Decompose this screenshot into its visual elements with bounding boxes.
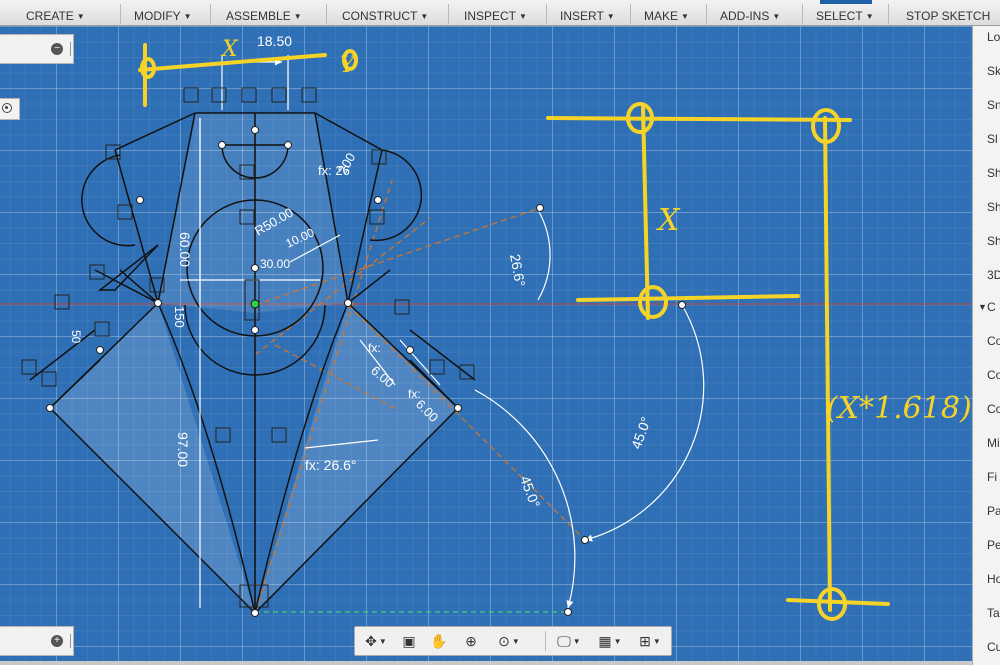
grid-icon[interactable]: ▦ ▼: [593, 631, 627, 651]
zoom-window-icon[interactable]: ⊙ ▼: [491, 631, 527, 651]
chevron-down-icon: ▼: [420, 12, 429, 21]
palette-item[interactable]: 3D: [987, 268, 1000, 282]
add-ins-menu[interactable]: ADD-INS ▼: [720, 0, 780, 26]
dim-height-60: 60.00: [177, 232, 193, 267]
inspect-menu[interactable]: INSPECT ▼: [464, 0, 527, 26]
sketch-palette-panel: Lo Sk Sn Sl Sh Sh Sh 3D ▼ C Co Co Co Mi …: [972, 26, 1000, 665]
annotation-x-top: X: [220, 37, 239, 62]
chevron-down-icon: ▼: [681, 12, 689, 21]
origin-point: [250, 299, 260, 309]
radio-target-icon[interactable]: [2, 103, 12, 113]
chevron-down-icon: ▼: [519, 12, 527, 21]
zoom-icon[interactable]: ⊕: [459, 631, 483, 651]
expand-plus-icon[interactable]: +: [51, 635, 63, 647]
dim-30: 30.00: [260, 257, 290, 271]
comments-panel-bottom[interactable]: +: [0, 626, 74, 656]
dim-150: 150: [172, 306, 187, 328]
expand-triangle-icon[interactable]: ▼: [978, 302, 987, 312]
angle-26-top: 26.6°: [507, 253, 528, 288]
palette-item[interactable]: Co: [987, 334, 1000, 348]
collapse-minus-icon[interactable]: −: [51, 43, 63, 55]
chevron-down-icon: ▼: [606, 12, 615, 21]
palette-item[interactable]: Pa: [987, 504, 1000, 518]
palette-item[interactable]: Sk: [987, 64, 1000, 78]
chevron-down-icon: ▼: [293, 12, 302, 21]
palette-item[interactable]: Co: [987, 368, 1000, 382]
pan-icon[interactable]: ✋: [429, 631, 449, 651]
navigation-toolbar: ✥ ▼ ▣ ✋ ⊕ ⊙ ▼ 🖵 ▼ ▦ ▼ ⊞ ▼: [354, 626, 672, 656]
palette-item[interactable]: Ho: [987, 572, 1000, 586]
palette-item[interactable]: Sh: [987, 234, 1000, 248]
chevron-down-icon: ▼: [865, 12, 874, 21]
angle-45-a: 45.0°: [628, 415, 654, 451]
sketch-drawing[interactable]: 18.50 60.00 R50.00 10.00 30.00 200 150 9…: [0, 26, 972, 665]
palette-item[interactable]: Sn: [987, 98, 1000, 112]
dim-50: 50: [69, 330, 83, 344]
create-menu[interactable]: CREATE ▼: [26, 0, 85, 26]
chevron-down-icon: ▼: [183, 12, 192, 21]
select-menu[interactable]: SELECT ▼: [816, 0, 874, 26]
fx-top: fx: 26: [318, 163, 350, 178]
annotation-y-top: Y: [340, 53, 357, 78]
dim-97: 97.00: [175, 432, 191, 467]
chevron-down-icon: ▼: [76, 12, 85, 21]
modify-menu[interactable]: MODIFY ▼: [134, 0, 192, 26]
look-at-icon[interactable]: ▣: [399, 631, 419, 651]
palette-item[interactable]: Sl: [987, 132, 998, 146]
construct-menu[interactable]: CONSTRUCT ▼: [342, 0, 428, 26]
annotation-golden-ratio: (X*1.618): [826, 391, 972, 426]
annotation-x-box: X: [656, 203, 681, 238]
palette-item[interactable]: Co: [987, 402, 1000, 416]
angle-26-bottom: fx: 26.6°: [305, 457, 357, 473]
palette-item[interactable]: Lo: [987, 30, 1000, 44]
palette-section[interactable]: C: [987, 300, 996, 314]
make-menu[interactable]: MAKE ▼: [644, 0, 689, 26]
chevron-down-icon: ▼: [772, 12, 781, 21]
display-icon[interactable]: 🖵 ▼: [551, 631, 587, 651]
palette-item[interactable]: Cu: [987, 640, 1000, 654]
palette-item[interactable]: Ta: [987, 606, 1000, 620]
assemble-menu[interactable]: ASSEMBLE ▼: [226, 0, 302, 26]
orbit-icon[interactable]: ✥ ▼: [359, 631, 393, 651]
palette-item[interactable]: Fi: [987, 470, 997, 484]
left-face: [50, 303, 255, 613]
fx-a: fx:: [368, 341, 381, 355]
viewports-icon[interactable]: ⊞ ▼: [633, 631, 667, 651]
dim-top-width: 18.50: [257, 33, 292, 49]
insert-menu[interactable]: INSERT ▼: [560, 0, 615, 26]
stop-sketch-button[interactable]: STOP SKETCH: [906, 0, 990, 26]
palette-item[interactable]: Mi: [987, 436, 1000, 450]
palette-item[interactable]: Sh: [987, 200, 1000, 214]
window-bottom-edge: [0, 661, 972, 665]
sketch-canvas[interactable]: 18.50 60.00 R50.00 10.00 30.00 200 150 9…: [0, 26, 972, 665]
sketch-toolbar: CREATE ▼ MODIFY ▼ ASSEMBLE ▼ CONSTRUCT ▼ INS…: [0, 0, 1000, 26]
comments-panel-top[interactable]: −: [0, 34, 74, 64]
palette-item[interactable]: Sh: [987, 166, 1000, 180]
view-toggle-panel[interactable]: [0, 98, 20, 120]
angle-45-b: 45.0°: [517, 474, 543, 510]
palette-item[interactable]: Pe: [987, 538, 1000, 552]
fx-b: fx:: [408, 387, 421, 401]
